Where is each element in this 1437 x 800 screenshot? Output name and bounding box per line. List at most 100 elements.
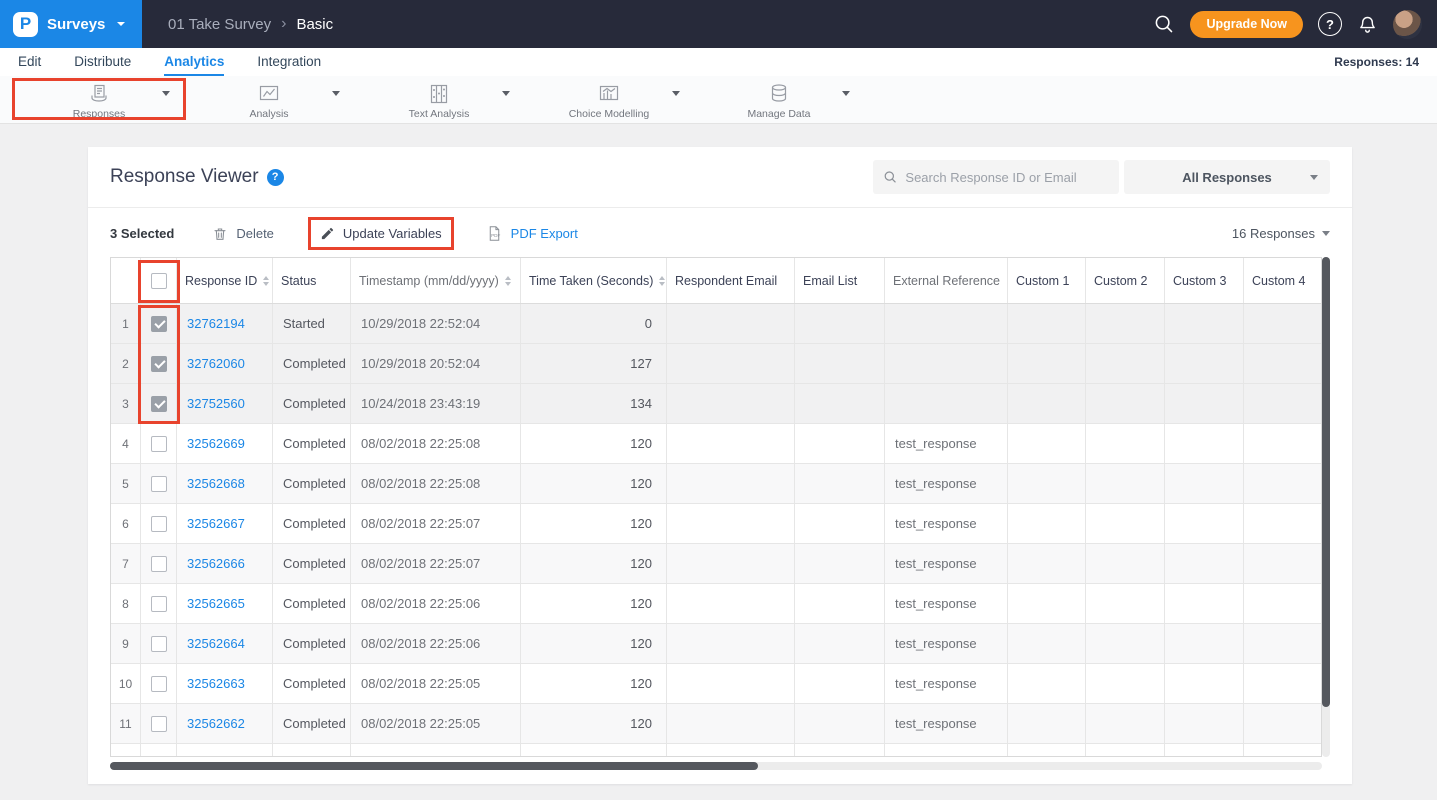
custom1-cell xyxy=(1008,664,1086,703)
user-avatar[interactable] xyxy=(1393,10,1422,39)
row-number: 2 xyxy=(111,344,141,383)
column-header-time-taken[interactable]: Time Taken (Seconds) xyxy=(521,258,667,303)
custom4-cell xyxy=(1244,624,1322,663)
response-id-link[interactable]: 32762194 xyxy=(187,316,245,331)
chevron-down-icon[interactable] xyxy=(332,91,340,96)
custom1-cell xyxy=(1008,344,1086,383)
toolbar-item-choice-modelling[interactable]: Choice Modelling xyxy=(524,76,694,123)
update-variables-button[interactable]: Update Variables xyxy=(320,226,442,241)
row-checkbox[interactable] xyxy=(151,396,167,412)
respondent-email-cell xyxy=(667,664,795,703)
custom3-cell xyxy=(1165,704,1244,743)
nav-tab-analytics[interactable]: Analytics xyxy=(164,48,224,76)
custom1-cell xyxy=(1008,304,1086,343)
viewer-help-icon[interactable]: ? xyxy=(267,169,284,186)
table-row: 3 32752560 Completed 10/24/2018 23:43:19… xyxy=(111,384,1321,424)
pdf-export-button[interactable]: PDF PDF Export xyxy=(486,225,578,242)
email-list-cell xyxy=(795,424,885,463)
row-checkbox[interactable] xyxy=(151,596,167,612)
vertical-scrollbar-thumb[interactable] xyxy=(1322,257,1330,707)
table-body: 1 32762194 Started 10/29/2018 22:52:04 0… xyxy=(111,304,1321,744)
sort-icon[interactable] xyxy=(263,276,269,286)
select-all-checkbox[interactable] xyxy=(151,273,167,289)
breadcrumb-survey-name[interactable]: 01 Take Survey xyxy=(168,16,271,33)
nav-tab-integration[interactable]: Integration xyxy=(257,48,321,76)
search-icon[interactable] xyxy=(1153,13,1175,35)
custom3-cell xyxy=(1165,344,1244,383)
row-checkbox[interactable] xyxy=(151,756,167,758)
row-checkbox[interactable] xyxy=(151,556,167,572)
delete-button[interactable]: Delete xyxy=(212,226,274,242)
toolbar-item-responses[interactable]: Responses xyxy=(14,76,184,123)
toolbar-item-manage-data[interactable]: Manage Data xyxy=(694,76,864,123)
row-checkbox[interactable] xyxy=(151,356,167,372)
response-id-link[interactable]: 32562664 xyxy=(187,636,245,651)
column-header-custom-3[interactable]: Custom 3 xyxy=(1165,258,1244,303)
column-header-status[interactable]: Status xyxy=(273,258,351,303)
response-search-input[interactable] xyxy=(905,170,1109,185)
page-size-dropdown[interactable]: 16 Responses xyxy=(1232,226,1330,241)
chevron-down-icon[interactable] xyxy=(672,91,680,96)
text-analysis-icon xyxy=(427,82,451,106)
external-reference-cell xyxy=(885,304,1008,343)
nav-tab-edit[interactable]: Edit xyxy=(18,48,41,76)
sort-icon[interactable] xyxy=(659,276,665,286)
nav-tab-distribute[interactable]: Distribute xyxy=(74,48,131,76)
row-checkbox[interactable] xyxy=(151,436,167,452)
vertical-scrollbar[interactable] xyxy=(1322,257,1330,757)
horizontal-scrollbar[interactable] xyxy=(110,762,1322,770)
custom3-cell xyxy=(1165,584,1244,623)
custom4-cell xyxy=(1244,504,1322,543)
custom2-cell xyxy=(1086,304,1165,343)
row-checkbox[interactable] xyxy=(151,476,167,492)
time-taken-cell: 120 xyxy=(521,584,667,623)
column-header-external-reference[interactable]: External Reference xyxy=(885,258,1008,303)
response-id-link[interactable]: 32562669 xyxy=(187,436,245,451)
horizontal-scrollbar-thumb[interactable] xyxy=(110,762,758,770)
email-list-cell xyxy=(795,384,885,423)
response-id-link[interactable]: 32562667 xyxy=(187,516,245,531)
column-header-email-list[interactable]: Email List xyxy=(795,258,885,303)
chevron-down-icon[interactable] xyxy=(162,91,170,96)
column-header-response-id[interactable]: Response ID xyxy=(177,258,273,303)
row-checkbox[interactable] xyxy=(151,316,167,332)
response-id-link[interactable]: 32562666 xyxy=(187,556,245,571)
surveys-product-menu[interactable]: P Surveys xyxy=(0,0,142,48)
row-checkbox[interactable] xyxy=(151,676,167,692)
custom1-cell xyxy=(1008,424,1086,463)
column-header-custom-4[interactable]: Custom 4 xyxy=(1244,258,1322,303)
response-filter-dropdown[interactable]: All Responses xyxy=(1124,160,1330,194)
column-header-respondent-email[interactable]: Respondent Email xyxy=(667,258,795,303)
row-number: 6 xyxy=(111,504,141,543)
status-cell: Completed xyxy=(273,544,351,583)
chevron-down-icon[interactable] xyxy=(842,91,850,96)
column-header-custom-1[interactable]: Custom 1 xyxy=(1008,258,1086,303)
response-id-link[interactable]: 32752560 xyxy=(187,396,245,411)
response-search-box[interactable] xyxy=(873,160,1119,194)
toolbar-item-text-analysis[interactable]: Text Analysis xyxy=(354,76,524,123)
column-header-timestamp[interactable]: Timestamp (mm/dd/yyyy) xyxy=(351,258,521,303)
custom1-cell xyxy=(1008,584,1086,623)
toolbar-item-analysis[interactable]: Analysis xyxy=(184,76,354,123)
row-checkbox[interactable] xyxy=(151,516,167,532)
table-header-row: Response ID Status Timestamp (mm/dd/yyyy… xyxy=(111,258,1321,304)
custom4-cell xyxy=(1244,584,1322,623)
row-checkbox[interactable] xyxy=(151,636,167,652)
custom1-cell xyxy=(1008,624,1086,663)
help-icon[interactable]: ? xyxy=(1318,12,1342,36)
column-header-custom-2[interactable]: Custom 2 xyxy=(1086,258,1165,303)
response-id-link[interactable]: 32562662 xyxy=(187,716,245,731)
sort-icon[interactable] xyxy=(505,276,511,286)
response-id-link[interactable]: 32562665 xyxy=(187,596,245,611)
respondent-email-cell xyxy=(667,464,795,503)
svg-text:PDF: PDF xyxy=(491,233,500,238)
timestamp-cell: 10/24/2018 23:43:19 xyxy=(351,384,521,423)
chevron-down-icon xyxy=(1322,231,1330,236)
response-id-link[interactable]: 32562668 xyxy=(187,476,245,491)
row-checkbox[interactable] xyxy=(151,716,167,732)
response-id-link[interactable]: 32762060 xyxy=(187,356,245,371)
chevron-down-icon[interactable] xyxy=(502,91,510,96)
response-id-link[interactable]: 32562663 xyxy=(187,676,245,691)
upgrade-now-button[interactable]: Upgrade Now xyxy=(1190,11,1303,38)
notifications-bell-icon[interactable] xyxy=(1357,14,1378,35)
